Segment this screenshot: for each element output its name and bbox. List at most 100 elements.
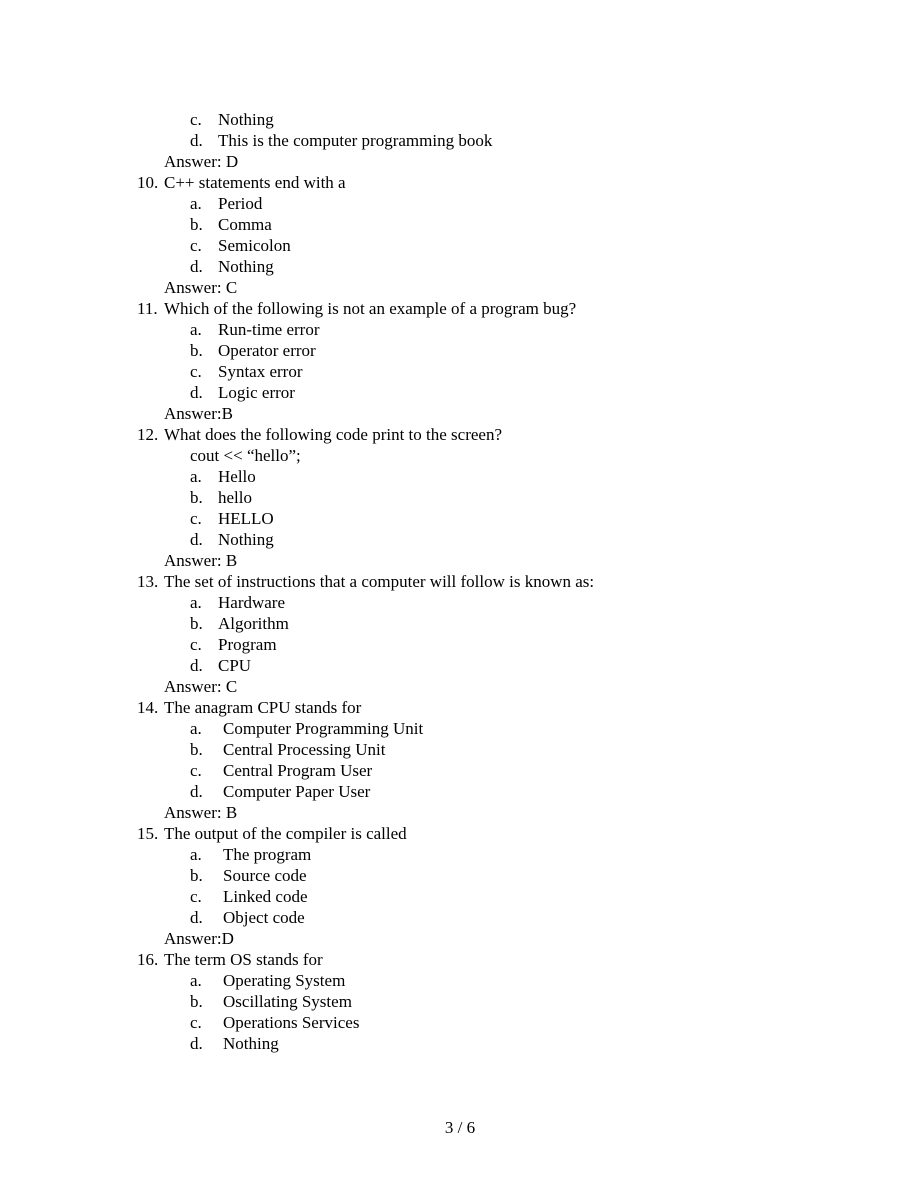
option-letter: d. <box>190 908 203 927</box>
option-text: Hardware <box>218 593 286 612</box>
list-item: b. Source code <box>190 865 837 886</box>
option-letter: b. <box>190 215 203 234</box>
list-item: c. Nothing <box>190 109 837 130</box>
list-item: c. HELLO <box>190 508 837 529</box>
option-text: Nothing <box>218 110 274 129</box>
option-letter: d. <box>190 383 203 402</box>
option-letter: d. <box>190 530 203 549</box>
option-text: HELLO <box>218 509 274 528</box>
option-letter: b. <box>190 866 203 885</box>
option-text: Semicolon <box>218 236 291 255</box>
option-letter: d. <box>190 131 203 150</box>
option-letter: b. <box>190 740 203 759</box>
list-item: a. Run-time error <box>190 319 837 340</box>
option-text: CPU <box>218 656 252 675</box>
list-item: a. Period <box>190 193 837 214</box>
list-item: a. Computer Programming Unit <box>190 718 837 739</box>
option-letter: c. <box>190 362 202 381</box>
list-item: c. Semicolon <box>190 235 837 256</box>
answer-line: Answer: C <box>164 677 238 696</box>
question-number: 14. <box>137 698 159 717</box>
list-item: d. CPU <box>190 655 837 676</box>
list-item: d. Computer Paper User <box>190 781 837 802</box>
option-text: Oscillating System <box>223 992 352 1011</box>
question-stem-row: 10. C++ statements end with a <box>137 172 837 193</box>
option-letter: a. <box>190 845 202 864</box>
option-text: Linked code <box>223 887 308 906</box>
option-letter: b. <box>190 614 203 633</box>
option-letter: a. <box>190 467 202 486</box>
answer-line: Answer:D <box>164 929 234 948</box>
question-stem-row: 11. Which of the following is not an exa… <box>137 298 837 319</box>
list-item: a. Hello <box>190 466 837 487</box>
question-text: The set of instructions that a computer … <box>164 572 595 591</box>
question-number: 10. <box>137 173 159 192</box>
question-number: 16. <box>137 950 159 969</box>
list-item: b. Operator error <box>190 340 837 361</box>
option-letter: c. <box>190 509 202 528</box>
option-text: Nothing <box>223 1034 279 1053</box>
list-item: b. Comma <box>190 214 837 235</box>
answer-line: Answer: D <box>164 152 239 171</box>
list-item: b. Algorithm <box>190 613 837 634</box>
answer-line: Answer: C <box>164 278 238 297</box>
question-block-11: 11. Which of the following is not an exa… <box>137 298 837 424</box>
question-block-16: 16. The term OS stands for a. Operating … <box>137 949 837 1054</box>
option-letter: b. <box>190 992 203 1011</box>
option-text: Computer Paper User <box>223 782 371 801</box>
answer-line: Answer: B <box>164 803 238 822</box>
option-letter: a. <box>190 593 202 612</box>
list-item: c. Operations Services <box>190 1012 837 1033</box>
option-text: Hello <box>218 467 256 486</box>
option-text: Object code <box>223 908 305 927</box>
option-text: Comma <box>218 215 272 234</box>
question-stem-row: 16. The term OS stands for <box>137 949 837 970</box>
option-text: Run-time error <box>218 320 320 339</box>
option-text: Operator error <box>218 341 316 360</box>
list-item: c. Central Program User <box>190 760 837 781</box>
option-text: Source code <box>223 866 307 885</box>
option-letter: d. <box>190 1034 203 1053</box>
option-text: Operating System <box>223 971 346 990</box>
option-text: Program <box>218 635 277 654</box>
option-letter: d. <box>190 782 203 801</box>
option-text: Nothing <box>218 530 274 549</box>
question-stem-row: 14. The anagram CPU stands for <box>137 697 837 718</box>
option-letter: b. <box>190 488 203 507</box>
option-text: Nothing <box>218 257 274 276</box>
option-text: Central Program User <box>223 761 373 780</box>
question-text: What does the following code print to th… <box>164 425 502 444</box>
option-letter: c. <box>190 761 202 780</box>
list-item: a. Operating System <box>190 970 837 991</box>
answer-line: Answer: B <box>164 551 238 570</box>
answer-line: Answer:B <box>164 404 233 423</box>
list-item: d. Nothing <box>190 256 837 277</box>
option-letter: d. <box>190 257 203 276</box>
question-text: The output of the compiler is called <box>164 824 407 843</box>
option-text: Period <box>218 194 263 213</box>
list-item: d. Logic error <box>190 382 837 403</box>
question-text: The term OS stands for <box>164 950 323 969</box>
option-letter: c. <box>190 635 202 654</box>
question-text: Which of the following is not an example… <box>164 299 577 318</box>
list-item: a. Hardware <box>190 592 837 613</box>
question-block-12: 12. What does the following code print t… <box>137 424 837 571</box>
question-number: 13. <box>137 572 159 591</box>
list-item: d. Nothing <box>190 529 837 550</box>
option-letter: a. <box>190 719 202 738</box>
code-snippet: cout << “hello”; <box>190 446 301 465</box>
question-number: 11. <box>137 299 158 318</box>
option-letter: d. <box>190 656 203 675</box>
option-letter: a. <box>190 194 202 213</box>
question-stem-row: 15. The output of the compiler is called <box>137 823 837 844</box>
option-letter: c. <box>190 236 202 255</box>
option-text: hello <box>218 488 252 507</box>
option-text: Central Processing Unit <box>223 740 386 759</box>
option-text: The program <box>223 845 312 864</box>
option-letter: b. <box>190 341 203 360</box>
question-block-10: 10. C++ statements end with a a. Period … <box>137 172 837 298</box>
option-letter: c. <box>190 110 202 129</box>
list-item: d. Object code <box>190 907 837 928</box>
page-number-footer: 3 / 6 <box>444 1118 476 1137</box>
option-letter: c. <box>190 1013 202 1032</box>
